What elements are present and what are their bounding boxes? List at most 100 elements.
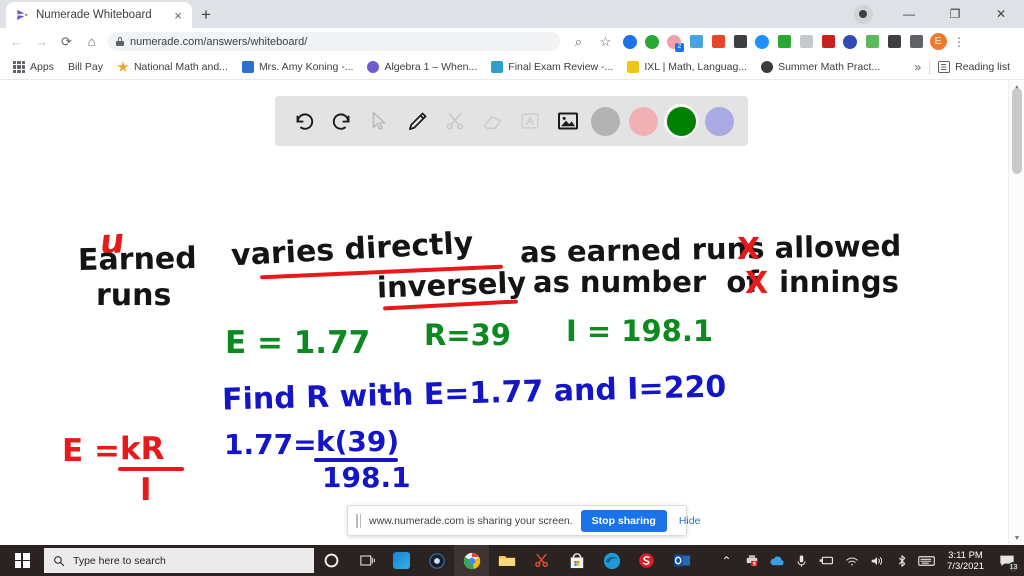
zoom-icon[interactable]: ⌕ xyxy=(566,29,591,54)
app-red-s-icon[interactable] xyxy=(629,545,664,576)
microsoft-edge-icon[interactable] xyxy=(594,545,629,576)
hide-button[interactable]: Hide xyxy=(675,515,705,527)
bookmark-item-bill-pay[interactable]: Bill Pay xyxy=(61,57,110,77)
extension-adobe-acrobat-icon[interactable] xyxy=(818,32,838,52)
extension-compass-icon[interactable] xyxy=(620,32,640,52)
extension-cloud-blue-icon[interactable] xyxy=(686,32,706,52)
whiteboard-page: u Earned runs varies directly as earned … xyxy=(0,80,1024,545)
extension-red-page-icon[interactable] xyxy=(708,32,728,52)
avatar[interactable]: E xyxy=(928,32,948,52)
bookmark-apps[interactable]: Apps xyxy=(6,57,61,77)
extension-gray-faded-icon[interactable] xyxy=(796,32,816,52)
ink-as-earned-runs-allowed: as earned runs allowed xyxy=(519,228,902,270)
new-tab-button[interactable]: + xyxy=(192,2,220,28)
extension-pink-badge-icon[interactable]: 2 xyxy=(664,32,684,52)
volume-icon[interactable] xyxy=(864,545,889,576)
bookmark-label: Final Exam Review -... xyxy=(508,61,614,73)
microsoft-store-icon[interactable] xyxy=(559,545,594,576)
extension-plus-green-icon[interactable] xyxy=(642,32,662,52)
home-icon[interactable]: ⌂ xyxy=(79,29,104,54)
browser-tab-strip: Numerade Whiteboard × + — ❐ ✕ xyxy=(0,0,1024,28)
bookmark-item-national-math[interactable]: National Math and... xyxy=(110,57,235,77)
wifi-icon[interactable] xyxy=(839,545,864,576)
numerade-play-icon xyxy=(15,8,29,22)
dark-circle-icon xyxy=(761,61,774,73)
ink-strike-runs: X xyxy=(737,232,761,267)
bookmark-item-ixl[interactable]: IXL | Math, Languag... xyxy=(620,57,754,77)
bookmark-label: Algebra 1 – When... xyxy=(384,61,478,73)
maximize-button[interactable]: ❐ xyxy=(932,0,978,28)
app-blue-wave-icon[interactable] xyxy=(384,545,419,576)
ink-work-left: 1.77= xyxy=(224,428,317,461)
search-icon xyxy=(54,555,65,566)
bluetooth-icon[interactable] xyxy=(889,545,914,576)
file-explorer-icon[interactable] xyxy=(489,545,524,576)
extension-cast-icon[interactable] xyxy=(906,32,926,52)
show-hidden-icons-chevron[interactable]: ⌃ xyxy=(714,545,739,576)
extension-cast-green-icon[interactable] xyxy=(774,32,794,52)
stop-sharing-button[interactable]: Stop sharing xyxy=(580,509,667,532)
apps-grid-icon xyxy=(13,61,25,73)
bookmark-item-algebra-1[interactable]: Algebra 1 – When... xyxy=(360,57,484,77)
extension-kaspersky-k-icon[interactable] xyxy=(840,32,860,52)
outlook-icon[interactable] xyxy=(664,545,699,576)
taskbar-search-input[interactable]: Type here to search xyxy=(44,548,314,573)
screen: Numerade Whiteboard × + — ❐ ✕ ← → ⟳ ⌂ nu… xyxy=(0,0,1024,576)
reading-list-button[interactable]: Reading list xyxy=(930,61,1018,73)
window-icon xyxy=(491,61,504,73)
extension-blue-diamond-icon[interactable] xyxy=(752,32,772,52)
ink-strike-number: X xyxy=(745,266,769,301)
ink-e-value: E = 1.77 xyxy=(225,325,371,361)
drag-grip-icon[interactable] xyxy=(356,513,361,528)
ink-formula-left: E = xyxy=(62,433,120,469)
app-dark-circle-icon[interactable] xyxy=(419,545,454,576)
whiteboard-canvas[interactable]: u Earned runs varies directly as earned … xyxy=(0,80,1007,545)
address-bar[interactable]: numerade.com/answers/whiteboard/ xyxy=(108,32,560,51)
google-chrome-icon[interactable] xyxy=(454,545,489,576)
extension-green-note-icon[interactable] xyxy=(862,32,882,52)
reload-icon[interactable]: ⟳ xyxy=(54,29,79,54)
bookmark-item-final-exam-review[interactable]: Final Exam Review -... xyxy=(484,57,620,77)
ink-formula-numerator: kR xyxy=(120,431,165,467)
extension-dark-grid-icon[interactable] xyxy=(730,32,750,52)
reading-list-label: Reading list xyxy=(955,61,1010,73)
notification-count: 13 xyxy=(1008,562,1019,573)
bookmark-star-icon[interactable]: ☆ xyxy=(593,29,618,54)
onedrive-cloud-icon[interactable] xyxy=(764,545,789,576)
printer-alert-icon[interactable] xyxy=(739,545,764,576)
scrollbar-thumb[interactable] xyxy=(1012,88,1022,174)
sharing-message: www.numerade.com is sharing your screen. xyxy=(369,514,573,527)
action-center-icon[interactable]: 13 xyxy=(992,545,1022,576)
star-icon xyxy=(117,61,129,72)
clock-date: 7/3/2021 xyxy=(947,560,984,572)
taskbar-clock[interactable]: 3:11 PM 7/3/2021 xyxy=(939,550,992,572)
ink-find-line: Find R with E=1.77 and I=220 xyxy=(221,369,727,418)
minimize-button[interactable]: — xyxy=(886,0,932,28)
browser-menu-icon[interactable]: ⋮ xyxy=(950,35,968,49)
screen-share-indicator[interactable] xyxy=(840,0,886,28)
vertical-scrollbar[interactable]: ▲ ▼ xyxy=(1008,80,1024,545)
close-icon[interactable]: × xyxy=(170,7,186,23)
microphone-icon[interactable] xyxy=(789,545,814,576)
extension-puzzle-piece-icon[interactable] xyxy=(884,32,904,52)
cortana-icon[interactable] xyxy=(314,545,349,576)
reading-list-icon xyxy=(938,61,951,73)
forward-icon[interactable]: → xyxy=(29,29,54,54)
task-view-icon[interactable] xyxy=(349,545,384,576)
bookmark-item-mrs-amy-koning[interactable]: Mrs. Amy Koning -... xyxy=(235,57,361,77)
snip-and-sketch-icon[interactable] xyxy=(524,545,559,576)
scroll-down-icon[interactable]: ▼ xyxy=(1009,531,1024,545)
ink-varies-directly: varies directly xyxy=(230,225,475,274)
keyboard-icon[interactable] xyxy=(914,545,939,576)
bookmark-item-summer-math[interactable]: Summer Math Pract... xyxy=(754,57,887,77)
back-icon[interactable]: ← xyxy=(4,29,29,54)
window-controls: — ❐ ✕ xyxy=(840,0,1024,28)
window-close-button[interactable]: ✕ xyxy=(978,0,1024,28)
bookmark-label: Mrs. Amy Koning -... xyxy=(258,61,354,73)
ink-formula-denominator: I xyxy=(140,472,152,508)
screen-share-icon[interactable] xyxy=(814,545,839,576)
browser-tab[interactable]: Numerade Whiteboard × xyxy=(6,2,192,28)
bookmarks-overflow-icon[interactable]: » xyxy=(906,60,929,74)
windows-start-icon[interactable] xyxy=(0,545,44,576)
address-bar-url: numerade.com/answers/whiteboard/ xyxy=(130,35,308,48)
